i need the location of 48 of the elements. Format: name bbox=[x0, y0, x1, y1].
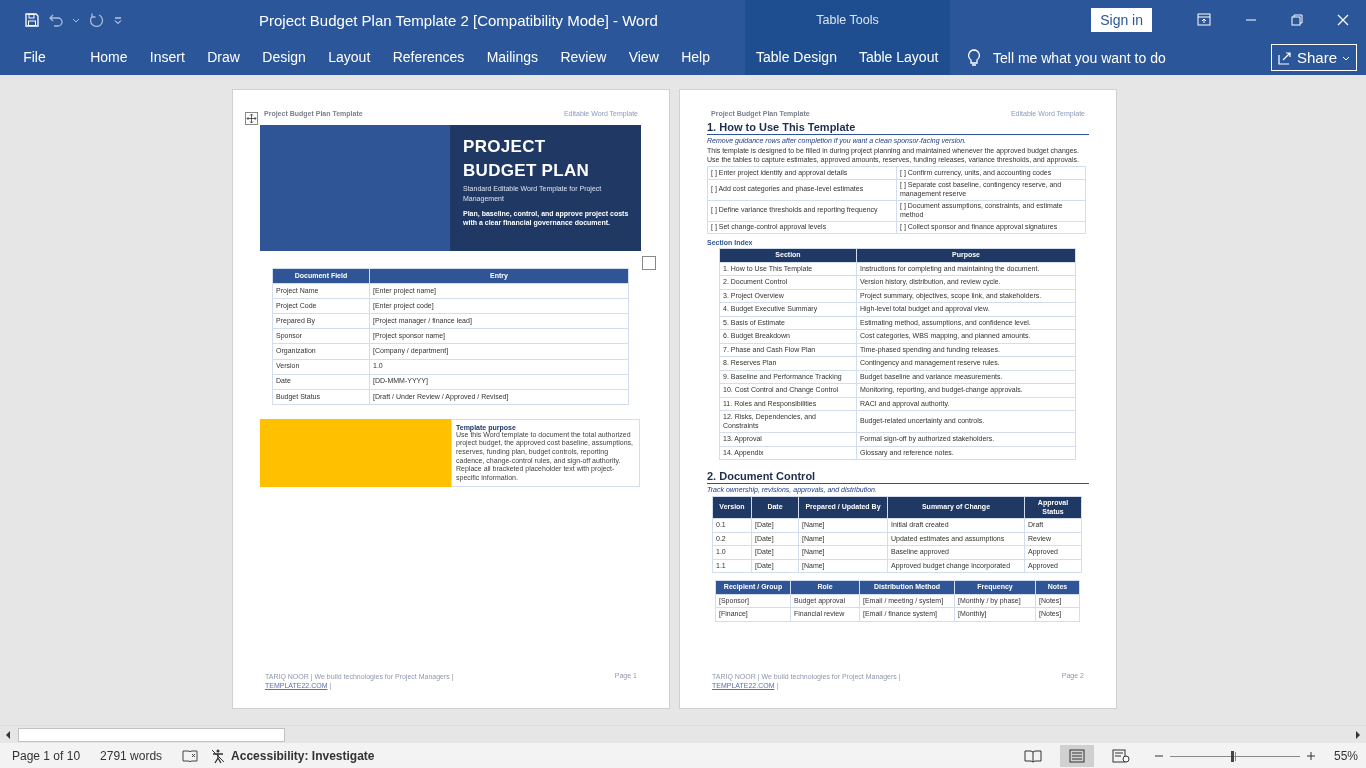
ribbon-tab[interactable]: Table Design bbox=[745, 42, 848, 73]
ribbon-tab[interactable]: Design bbox=[251, 42, 318, 73]
ribbon-tab[interactable]: File bbox=[12, 42, 57, 73]
page-lines-icon bbox=[1069, 748, 1085, 763]
proofing-icon[interactable] bbox=[182, 748, 199, 763]
zoom-slider-thumb[interactable] bbox=[1231, 750, 1235, 762]
tell-me-field[interactable]: Tell me what you want to do bbox=[991, 48, 1255, 67]
zoom-in-icon[interactable] bbox=[1306, 750, 1316, 761]
ribbon-tab[interactable]: Help bbox=[669, 42, 722, 73]
scroll-right-icon[interactable] bbox=[1354, 729, 1362, 740]
zoom-level[interactable]: 55% bbox=[1334, 748, 1366, 763]
cover-title: PROJECT bbox=[463, 136, 547, 158]
share-icon bbox=[1278, 50, 1292, 65]
save-icon[interactable] bbox=[24, 12, 40, 28]
share-button[interactable]: Share bbox=[1271, 44, 1358, 71]
section-heading: 2. Document Control bbox=[707, 470, 1089, 484]
ribbon-display-icon[interactable] bbox=[1197, 13, 1211, 27]
contextual-group-label: Table Tools bbox=[816, 13, 879, 27]
web-page-icon bbox=[1112, 748, 1130, 763]
ribbon-tab[interactable]: Draw bbox=[196, 42, 252, 73]
ribbon-tab[interactable]: Mailings bbox=[475, 42, 550, 73]
cover-title: BUDGET PLAN bbox=[463, 160, 591, 182]
ribbon-tab[interactable]: Table Layout bbox=[847, 42, 950, 73]
word-count[interactable]: 2791 words bbox=[100, 748, 163, 763]
ribbon-tab[interactable]: Home bbox=[78, 42, 139, 73]
close-icon[interactable] bbox=[1337, 14, 1349, 26]
ribbon-tab[interactable]: View bbox=[617, 42, 670, 73]
lightbulb-icon bbox=[967, 48, 981, 67]
restore-icon[interactable] bbox=[1291, 14, 1303, 26]
ribbon-tab[interactable]: Layout bbox=[317, 42, 382, 73]
redo-icon[interactable] bbox=[88, 12, 104, 28]
sign-in-button[interactable]: Sign in bbox=[1091, 8, 1152, 32]
accessibility-icon[interactable] bbox=[210, 747, 227, 764]
ribbon-tab[interactable]: Insert bbox=[138, 42, 197, 73]
scrollbar-thumb[interactable] bbox=[18, 727, 285, 742]
zoom-slider[interactable] bbox=[1170, 749, 1300, 762]
table-resize-handle-icon[interactable] bbox=[642, 256, 656, 270]
section-heading: 1. How to Use This Template bbox=[707, 121, 1089, 135]
table-move-handle-icon[interactable] bbox=[245, 112, 258, 125]
undo-icon[interactable] bbox=[48, 12, 64, 28]
open-book-icon bbox=[1024, 748, 1042, 763]
ribbon-tab[interactable]: Review bbox=[549, 42, 618, 73]
print-layout-button[interactable] bbox=[1060, 744, 1094, 767]
page-count[interactable]: Page 1 of 10 bbox=[12, 748, 81, 763]
window-title: Project Budget Plan Template 2 [Compatibility Mode] - Word bbox=[259, 11, 658, 29]
scroll-left-icon[interactable] bbox=[4, 729, 12, 740]
ribbon-tab[interactable]: References bbox=[381, 42, 476, 73]
accessibility-status[interactable]: Accessibility: Investigate bbox=[231, 748, 375, 763]
